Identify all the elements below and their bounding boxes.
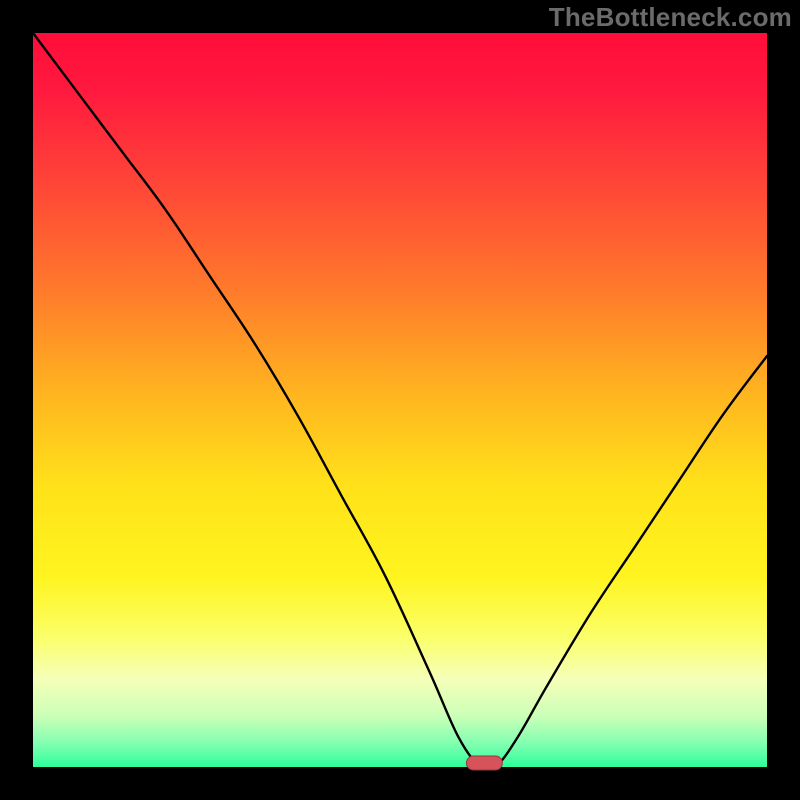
bottleneck-chart [0,0,800,800]
gradient-background [33,33,767,767]
optimum-marker [466,756,502,770]
chart-frame: { "watermark": "TheBottleneck.com", "col… [0,0,800,800]
